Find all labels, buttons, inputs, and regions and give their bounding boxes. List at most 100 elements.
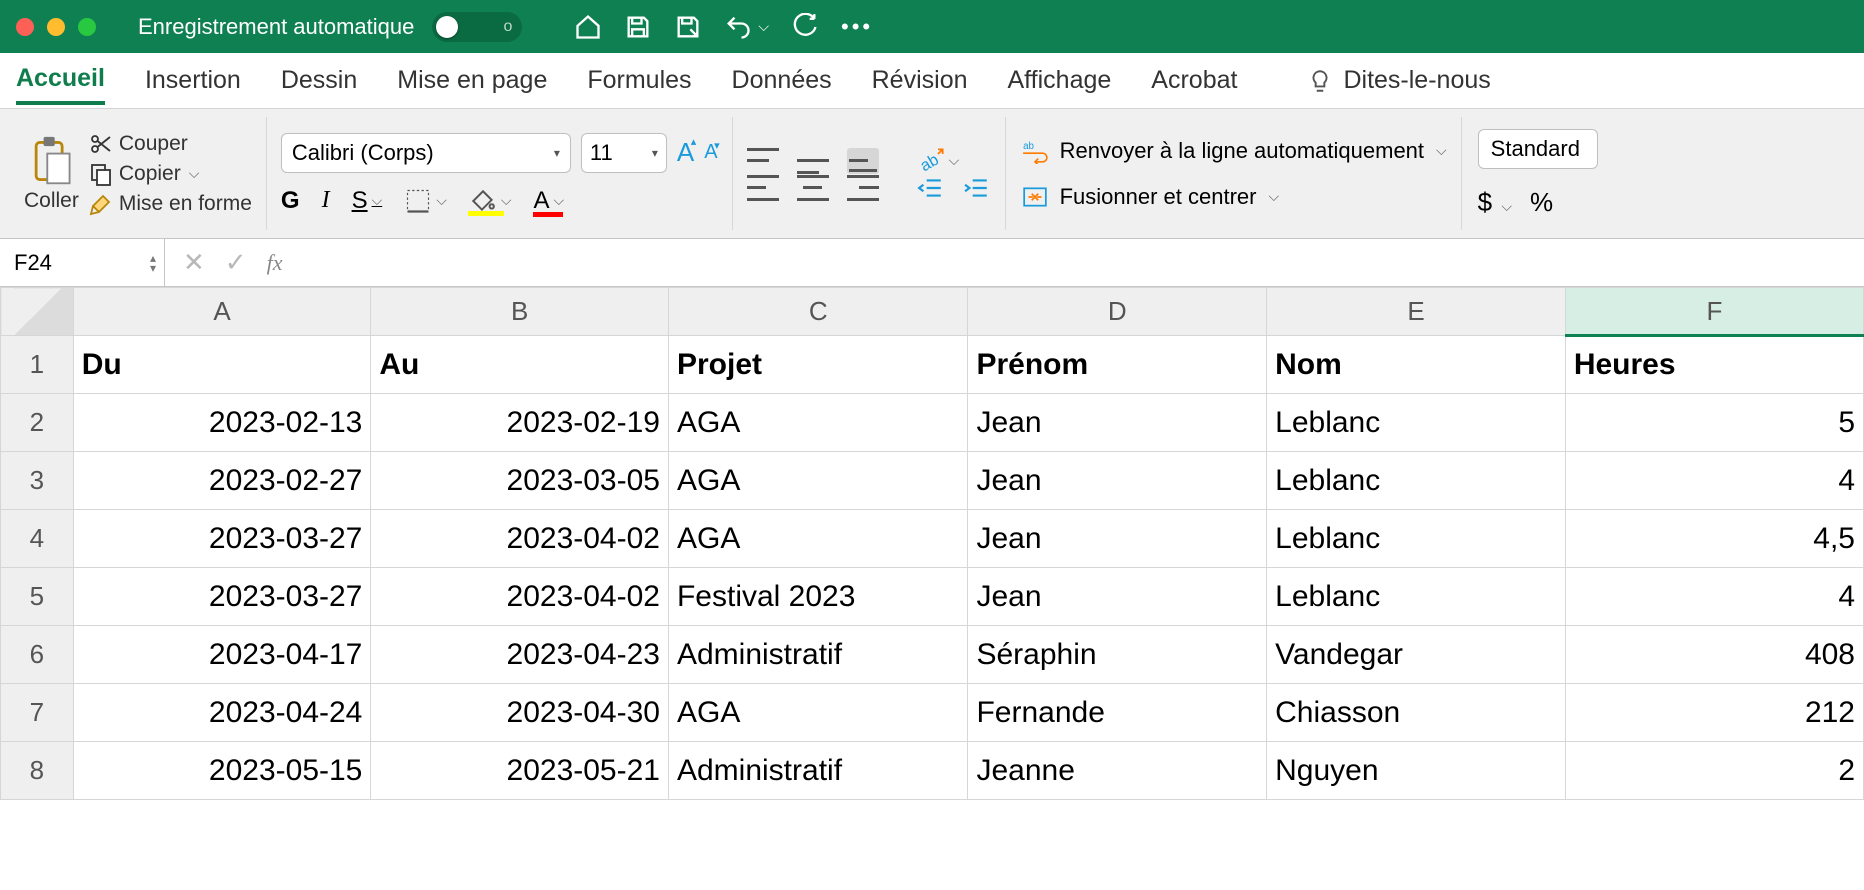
cell-F1[interactable]: Heures (1565, 336, 1863, 394)
cell-D3[interactable]: Jean (968, 452, 1267, 510)
cell-E3[interactable]: Leblanc (1267, 452, 1566, 510)
cell-A1[interactable]: Du (73, 336, 371, 394)
row-header-8[interactable]: 8 (1, 742, 74, 800)
cell-A3[interactable]: 2023-02-27 (73, 452, 371, 510)
tab-draw[interactable]: Dessin (281, 58, 357, 103)
close-window-button[interactable] (16, 18, 34, 36)
tab-home[interactable]: Accueil (16, 56, 105, 105)
name-box-stepper[interactable]: ▴▾ (150, 253, 156, 273)
copy-button[interactable]: Copier ⌵ (89, 162, 252, 186)
tab-page-layout[interactable]: Mise en page (397, 58, 547, 103)
cell-A7[interactable]: 2023-04-24 (73, 684, 371, 742)
cell-C5[interactable]: Festival 2023 (668, 568, 967, 626)
percent-button[interactable]: % (1530, 187, 1553, 218)
fill-color-button[interactable]: ⌵ (469, 188, 512, 214)
cell-A8[interactable]: 2023-05-15 (73, 742, 371, 800)
cell-B2[interactable]: 2023-02-19 (371, 394, 669, 452)
borders-button[interactable]: ⌵ (404, 187, 447, 215)
cell-F7[interactable]: 212 (1565, 684, 1863, 742)
font-size-dropdown[interactable]: 11 ▾ (581, 133, 667, 173)
cell-B5[interactable]: 2023-04-02 (371, 568, 669, 626)
cell-F3[interactable]: 4 (1565, 452, 1863, 510)
cell-C2[interactable]: AGA (668, 394, 967, 452)
formula-input[interactable] (300, 239, 1864, 286)
cell-F5[interactable]: 4 (1565, 568, 1863, 626)
cell-F8[interactable]: 2 (1565, 742, 1863, 800)
spreadsheet-grid[interactable]: A B C D E F 1 Du Au Projet Prénom Nom He… (0, 287, 1864, 800)
cell-D5[interactable]: Jean (968, 568, 1267, 626)
cell-A2[interactable]: 2023-02-13 (73, 394, 371, 452)
tab-formulas[interactable]: Formules (587, 58, 691, 103)
paste-button[interactable]: Coller (24, 135, 79, 213)
cancel-formula-button[interactable]: ✕ (183, 247, 205, 278)
wrap-text-button[interactable]: ab Renvoyer à la ligne automatiquement ⌵ (1020, 138, 1447, 164)
cell-E2[interactable]: Leblanc (1267, 394, 1566, 452)
italic-button[interactable]: I (322, 187, 330, 214)
chevron-down-icon[interactable]: ⌵ (758, 18, 769, 35)
number-format-dropdown[interactable]: Standard (1478, 129, 1598, 169)
more-icon[interactable]: ••• (841, 14, 873, 40)
column-header-E[interactable]: E (1267, 288, 1566, 336)
cell-D6[interactable]: Séraphin (968, 626, 1267, 684)
currency-button[interactable]: $ ⌵ (1478, 187, 1512, 218)
tab-insert[interactable]: Insertion (145, 58, 241, 103)
cell-F2[interactable]: 5 (1565, 394, 1863, 452)
select-all-corner[interactable] (1, 288, 74, 336)
save-icon[interactable] (624, 13, 652, 41)
cell-D4[interactable]: Jean (968, 510, 1267, 568)
cell-C3[interactable]: AGA (668, 452, 967, 510)
column-header-F[interactable]: F (1565, 288, 1863, 336)
cell-F6[interactable]: 408 (1565, 626, 1863, 684)
increase-indent-button[interactable] (963, 175, 991, 201)
format-painter-button[interactable]: Mise en forme (89, 192, 252, 216)
tab-acrobat[interactable]: Acrobat (1151, 58, 1237, 103)
align-left-button[interactable] (747, 175, 779, 201)
decrease-font-button[interactable]: A▾ (704, 141, 717, 164)
bold-button[interactable]: G (281, 187, 300, 215)
underline-button[interactable]: S⌵ (352, 187, 383, 215)
increase-font-button[interactable]: A▴ (677, 137, 694, 168)
row-header-3[interactable]: 3 (1, 452, 74, 510)
cell-E8[interactable]: Nguyen (1267, 742, 1566, 800)
align-top-button[interactable] (747, 148, 779, 174)
row-header-1[interactable]: 1 (1, 336, 74, 394)
tab-review[interactable]: Révision (872, 58, 968, 103)
cut-button[interactable]: Couper (89, 132, 252, 156)
name-box[interactable]: F24 ▴▾ (0, 239, 165, 286)
undo-split-button[interactable]: ⌵ (724, 13, 769, 41)
undo-icon[interactable] (724, 13, 752, 41)
cell-C1[interactable]: Projet (668, 336, 967, 394)
cell-C7[interactable]: AGA (668, 684, 967, 742)
column-header-B[interactable]: B (371, 288, 669, 336)
column-header-A[interactable]: A (73, 288, 371, 336)
cell-D8[interactable]: Jeanne (968, 742, 1267, 800)
cell-D7[interactable]: Fernande (968, 684, 1267, 742)
decrease-indent-button[interactable] (917, 175, 945, 201)
cell-E4[interactable]: Leblanc (1267, 510, 1566, 568)
merge-center-button[interactable]: Fusionner et centrer ⌵ (1020, 184, 1447, 210)
cell-A5[interactable]: 2023-03-27 (73, 568, 371, 626)
cell-C8[interactable]: Administratif (668, 742, 967, 800)
align-bottom-button[interactable] (847, 148, 879, 174)
home-icon[interactable] (574, 13, 602, 41)
cell-D2[interactable]: Jean (968, 394, 1267, 452)
redo-icon[interactable] (791, 13, 819, 41)
fx-icon[interactable]: fx (267, 250, 283, 276)
align-right-button[interactable] (847, 175, 879, 201)
column-header-C[interactable]: C (668, 288, 967, 336)
row-header-5[interactable]: 5 (1, 568, 74, 626)
row-header-6[interactable]: 6 (1, 626, 74, 684)
cell-E7[interactable]: Chiasson (1267, 684, 1566, 742)
minimize-window-button[interactable] (47, 18, 65, 36)
cell-B3[interactable]: 2023-03-05 (371, 452, 669, 510)
column-header-D[interactable]: D (968, 288, 1267, 336)
cell-E1[interactable]: Nom (1267, 336, 1566, 394)
row-header-4[interactable]: 4 (1, 510, 74, 568)
save-as-icon[interactable] (674, 13, 702, 41)
maximize-window-button[interactable] (78, 18, 96, 36)
align-center-button[interactable] (797, 175, 829, 201)
orientation-button[interactable]: ab ⌵ (917, 147, 960, 175)
tab-data[interactable]: Données (732, 58, 832, 103)
cell-E6[interactable]: Vandegar (1267, 626, 1566, 684)
cell-C6[interactable]: Administratif (668, 626, 967, 684)
